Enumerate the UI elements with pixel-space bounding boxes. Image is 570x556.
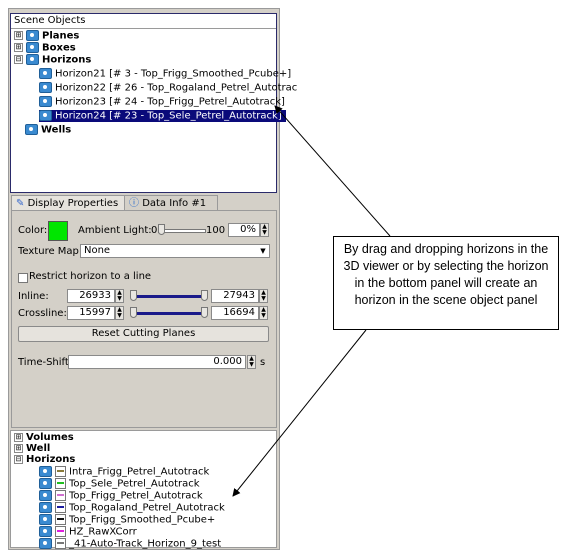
callout-arrows [232,105,391,497]
arrow-to-horizon-list [232,329,367,497]
arrow-to-scene-objects [274,105,391,237]
